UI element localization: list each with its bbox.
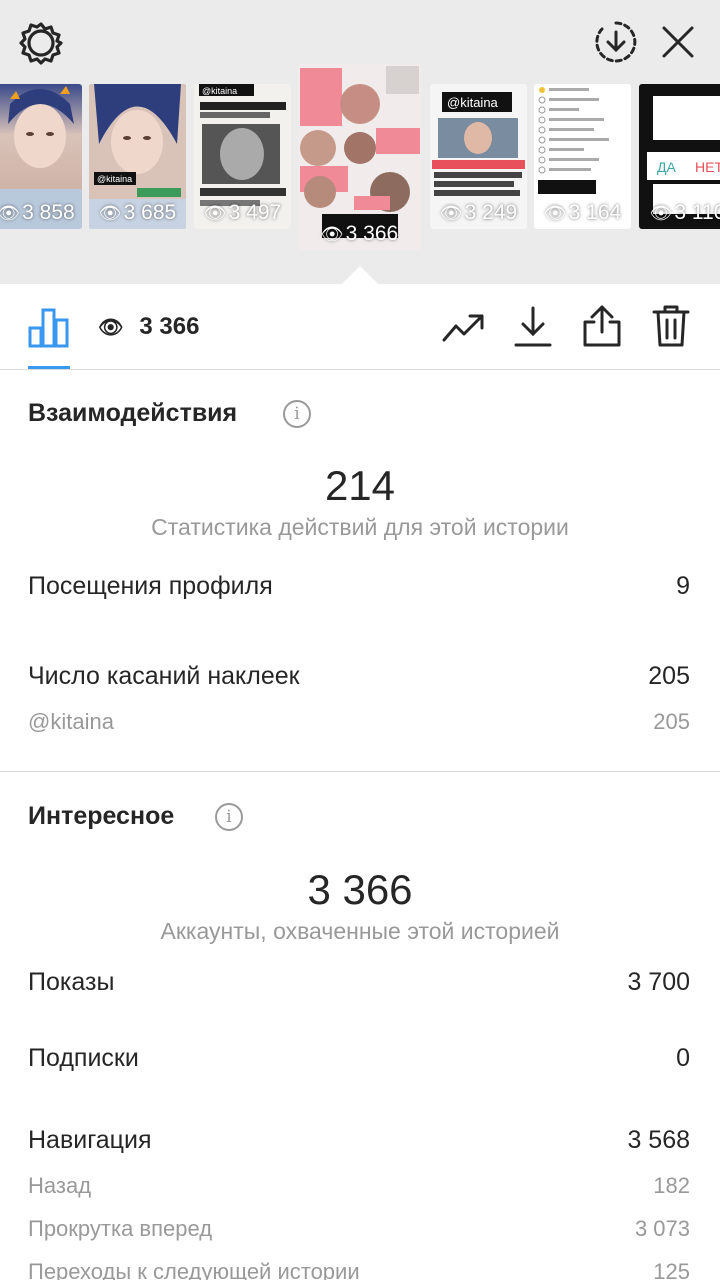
eye-icon: 👁: [98, 203, 122, 223]
thumbnail-views: 👁3 858: [0, 201, 82, 225]
navigation-label: Навигация: [28, 1126, 152, 1154]
eye-icon: 👁: [543, 203, 567, 223]
discovery-title: Интересное: [28, 802, 175, 830]
sticker-mention-value: 205: [653, 709, 690, 734]
download-icon[interactable]: [514, 306, 552, 348]
eye-icon: 👁: [439, 203, 463, 223]
story-thumbnail-selected[interactable]: 👁3 366: [298, 64, 421, 250]
discovery-total: 3 366: [307, 866, 413, 913]
next-story-value: 125: [653, 1259, 690, 1280]
section-divider: [0, 771, 720, 772]
next-story-label: Переходы к следующей истории: [28, 1259, 360, 1280]
bar-chart-icon[interactable]: [28, 306, 70, 348]
story-thumbnail[interactable]: 👁3 858: [0, 84, 82, 229]
views-count-value: 3 366: [139, 313, 200, 340]
story-thumbnail[interactable]: 👁3 164: [534, 84, 631, 229]
thumbnail-views: 👁3 497: [203, 201, 282, 224]
navigation-value: 3 568: [627, 1126, 690, 1154]
forward-label: Прокрутка вперед: [28, 1216, 213, 1241]
interactions-title: Взаимодействия: [28, 399, 238, 427]
close-icon[interactable]: [658, 22, 698, 62]
thumbnail-views: 👁3 164: [543, 201, 622, 224]
eye-icon: 👁: [203, 203, 227, 223]
interactions-total: 214: [324, 462, 396, 509]
share-icon[interactable]: [582, 304, 622, 348]
thumbnail-views: 👁3 249: [439, 201, 518, 224]
svg-text:НЕТ: НЕТ: [695, 159, 720, 175]
story-views-count: 👁 3 366: [98, 313, 199, 341]
sticker-mention-label: @kitaina: [28, 709, 114, 734]
eye-icon: 👁: [0, 203, 21, 223]
story-thumbnail[interactable]: @kitaina 👁3 685: [89, 84, 186, 229]
trash-icon[interactable]: [652, 304, 690, 348]
eye-icon: 👁: [98, 316, 124, 339]
download-circle-icon[interactable]: [594, 20, 638, 64]
sticker-taps-label: Число касаний наклеек: [28, 662, 300, 690]
profile-visits-value: 9: [676, 572, 690, 600]
svg-text:ДА: ДА: [657, 159, 676, 175]
svg-text:@kitaina: @kitaina: [202, 86, 237, 96]
impressions-value: 3 700: [627, 968, 690, 996]
eye-icon: 👁: [649, 203, 673, 223]
trending-icon[interactable]: [442, 310, 486, 346]
eye-icon: 👁: [320, 224, 344, 244]
svg-text:@kitaina: @kitaina: [447, 95, 499, 110]
thumbnail-views: 👁3 685: [98, 201, 177, 224]
forward-value: 3 073: [634, 1216, 690, 1241]
story-thumbnail[interactable]: ДА НЕТ 👁3 110: [639, 84, 720, 229]
story-thumbnail[interactable]: @kitaina 👁3 497: [194, 84, 291, 229]
interactions-subtitle: Статистика действий для этой истории: [151, 514, 569, 540]
thumbnail-views: 👁3 366: [320, 222, 399, 245]
profile-visits-label: Посещения профиля: [28, 572, 273, 600]
gear-icon[interactable]: [18, 20, 64, 66]
story-thumbnail[interactable]: @kitaina 👁3 249: [430, 84, 527, 229]
impressions-label: Показы: [28, 968, 115, 996]
follows-label: Подписки: [28, 1044, 139, 1072]
info-icon[interactable]: i: [283, 400, 311, 428]
back-value: 182: [653, 1173, 690, 1198]
insights-tab-indicator: [28, 366, 70, 369]
svg-text:@kitaina: @kitaina: [97, 174, 132, 184]
discovery-subtitle: Аккаунты, охваченные этой историей: [160, 918, 560, 944]
thumbnail-views: 👁3 110: [649, 201, 720, 224]
info-icon[interactable]: i: [215, 803, 243, 831]
selected-story-pointer: [341, 266, 379, 285]
back-label: Назад: [28, 1173, 92, 1198]
follows-value: 0: [676, 1044, 690, 1072]
sticker-taps-value: 205: [648, 662, 690, 690]
